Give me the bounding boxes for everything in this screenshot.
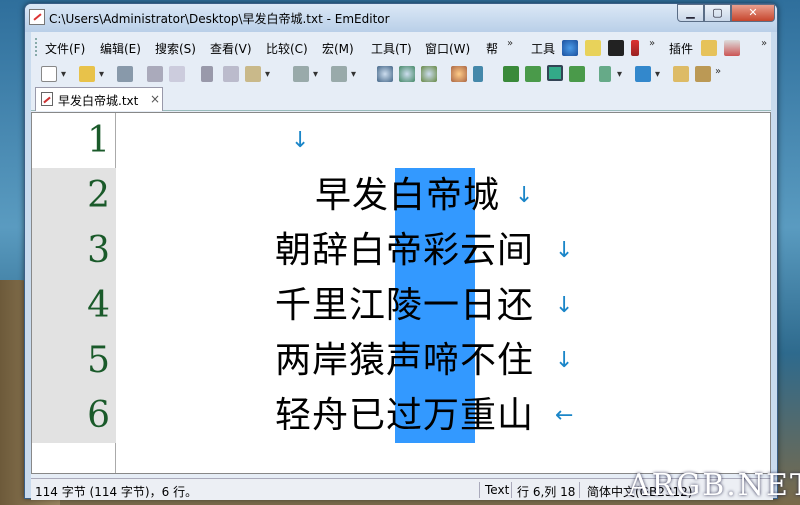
find-next-icon[interactable] — [399, 66, 415, 82]
undo-dropdown-icon[interactable]: ▾ — [313, 69, 318, 80]
copy-icon[interactable] — [223, 66, 239, 82]
wrap-active-icon[interactable] — [547, 65, 563, 81]
line-number: 6 — [32, 388, 116, 443]
emeditor-window: C:\Users\Administrator\Desktop\早发白帝城.txt… — [24, 3, 778, 500]
text-line: 朝辞白帝彩云间 — [275, 230, 535, 271]
redo-icon[interactable] — [331, 66, 347, 82]
menu-chevron-icon[interactable]: » — [507, 38, 513, 49]
close-button[interactable]: ✕ — [731, 4, 775, 22]
text-area[interactable]: ↓ 早发白帝城 ↓ 朝辞白帝彩云间 ↓ 千里江陵一日还 ↓ 两岸猿声啼不住 ↓ … — [117, 113, 770, 473]
properties-icon[interactable] — [599, 66, 611, 82]
find-icon[interactable] — [377, 66, 393, 82]
client-area: 文件(F) 编辑(E) 搜索(S) 查看(V) 比较(C) 宏(M) 工具(T)… — [31, 32, 773, 500]
redo-dropdown-icon[interactable]: ▾ — [351, 69, 356, 80]
print-icon[interactable] — [147, 66, 163, 82]
new-dropdown-icon[interactable]: ▾ — [61, 69, 66, 80]
config-dropdown-icon[interactable]: ▾ — [655, 69, 660, 80]
paste-icon[interactable] — [245, 66, 261, 82]
toolbar-chevron-icon[interactable]: » — [715, 66, 721, 77]
line-number: 4 — [32, 278, 116, 333]
open-dropdown-icon[interactable]: ▾ — [99, 69, 104, 80]
split-window-icon[interactable] — [503, 66, 519, 82]
status-separator — [511, 482, 512, 498]
browser-icon[interactable] — [562, 40, 578, 56]
text-file-icon — [41, 92, 53, 106]
menu-grip[interactable] — [35, 38, 38, 56]
text-line: 千里江陵一日还 — [275, 285, 535, 326]
maximize-button[interactable]: ▢ — [704, 4, 731, 22]
watermark: ARGB.NET — [628, 468, 800, 503]
search-highlight-icon[interactable] — [451, 66, 467, 82]
menu-macro[interactable]: 宏(M) — [322, 40, 354, 57]
newline-mark: ↓ — [555, 293, 574, 318]
tab-document[interactable]: 早发白帝城.txt × — [35, 87, 163, 111]
menu-tools[interactable]: 工具(T) — [371, 40, 412, 57]
tab-bar: 早发白帝城.txt × — [31, 84, 771, 111]
newline-mark: ↓ — [515, 183, 534, 208]
menu-help[interactable]: 帮 — [486, 40, 498, 57]
column-mode-icon[interactable] — [525, 66, 541, 82]
undo-icon[interactable] — [293, 66, 309, 82]
minimize-button[interactable]: ▁ — [677, 4, 704, 22]
menu-window[interactable]: 窗口(W) — [425, 40, 470, 57]
status-position[interactable]: 行 6,列 18 — [517, 483, 575, 500]
text-line: 早发白帝城 — [315, 175, 501, 216]
menu-bar: 文件(F) 编辑(E) 搜索(S) 查看(V) 比较(C) 宏(M) 工具(T)… — [31, 34, 771, 60]
wrap-window-icon[interactable] — [569, 66, 585, 82]
config-icon[interactable] — [635, 66, 651, 82]
tools-chevron-icon[interactable]: » — [649, 38, 655, 49]
app-icon[interactable] — [29, 9, 45, 25]
tools-toolbar-label: 工具 — [531, 42, 556, 56]
plugins-toolbar-label: 插件 — [669, 42, 694, 56]
macro-run-icon[interactable] — [695, 66, 711, 82]
menu-search[interactable]: 搜索(S) — [155, 40, 196, 57]
calc-icon[interactable] — [724, 40, 740, 56]
line-number: 1 — [87, 120, 110, 161]
status-separator — [579, 482, 580, 498]
tab-close-icon[interactable]: × — [150, 92, 160, 106]
window-title: C:\Users\Administrator\Desktop\早发白帝城.txt… — [49, 12, 390, 26]
status-separator — [479, 482, 480, 498]
plugins-chevron-icon[interactable]: » — [761, 38, 767, 49]
text-line: 轻舟已过万重山 — [275, 395, 535, 436]
command-prompt-icon[interactable] — [608, 40, 624, 56]
status-bytes: 114 字节 (114 字节)，6 行。 — [35, 485, 198, 499]
open-folder-icon[interactable] — [79, 66, 95, 82]
newline-mark: ↓ — [555, 238, 574, 263]
newline-mark: ↓ — [555, 348, 574, 373]
folder-icon[interactable] — [701, 40, 717, 56]
cut-icon[interactable] — [201, 66, 213, 82]
text-line: 两岸猿声啼不住 — [275, 340, 535, 381]
find-prev-icon[interactable] — [421, 66, 437, 82]
eof-mark: ← — [555, 403, 574, 428]
paste-dropdown-icon[interactable]: ▾ — [265, 69, 270, 80]
line-number-gutter: 1 2 3 4 5 6 — [32, 113, 116, 473]
line-number: 5 — [32, 333, 116, 388]
line-number: 2 — [32, 168, 116, 223]
line-number: 3 — [32, 223, 116, 278]
save-icon[interactable] — [117, 66, 133, 82]
notepad-icon[interactable] — [585, 40, 601, 56]
editor-area[interactable]: 1 2 3 4 5 6 ↓ 早发白帝城 ↓ 朝辞白帝彩云间 ↓ 千里江陵一日还 … — [31, 112, 771, 474]
print-preview-icon[interactable] — [169, 66, 185, 82]
filter-icon[interactable] — [473, 66, 483, 82]
menu-compare[interactable]: 比较(C) — [266, 40, 308, 57]
new-file-icon[interactable] — [41, 66, 57, 82]
properties-dropdown-icon[interactable]: ▾ — [617, 69, 622, 80]
menu-view[interactable]: 查看(V) — [210, 40, 252, 57]
macro-record-icon[interactable] — [673, 66, 689, 82]
menu-file[interactable]: 文件(F) — [45, 40, 85, 57]
title-bar[interactable]: C:\Users\Administrator\Desktop\早发白帝城.txt… — [25, 4, 777, 32]
menu-edit[interactable]: 编辑(E) — [100, 40, 141, 57]
newline-mark: ↓ — [291, 128, 310, 153]
pin-icon[interactable] — [631, 40, 639, 56]
status-mode[interactable]: Text — [485, 483, 509, 497]
main-toolbar: ▾ ▾ ▾ ▾ ▾ ▾ ▾ » — [31, 62, 771, 86]
tab-label: 早发白帝城.txt — [58, 94, 139, 108]
